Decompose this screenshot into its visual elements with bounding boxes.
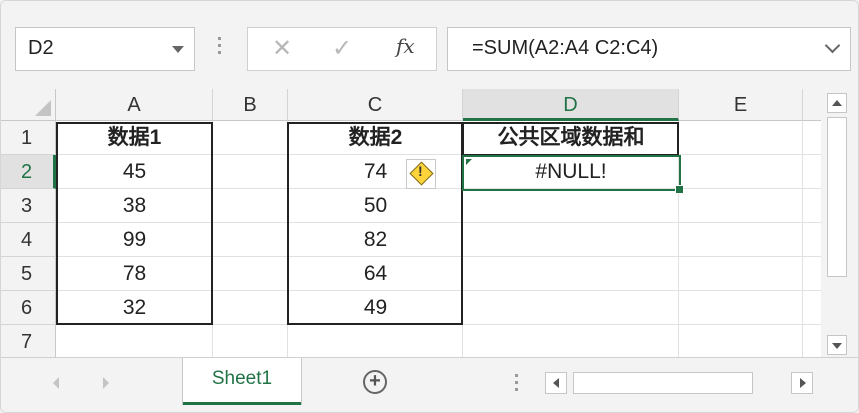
cell-c5[interactable]: 64 [288,257,463,291]
cancel-icon[interactable]: ✕ [272,34,292,63]
cell-c1[interactable]: 数据2 [288,121,463,155]
scroll-right-icon[interactable] [791,372,813,394]
cell-c2[interactable]: 74 [288,155,463,189]
row-header-7[interactable]: 7 [1,325,56,359]
formula-bar: D2 ✕ ✓ fx =SUM(A2:A4 C2:C4) [1,1,858,87]
column-header-a[interactable]: A [56,89,213,121]
horizontal-scroll-thumb[interactable] [573,372,753,394]
add-sheet-icon[interactable]: + [363,370,387,394]
cell-a4[interactable]: 99 [56,223,213,257]
row-header-3[interactable]: 3 [1,189,56,223]
row-header-2[interactable]: 2 [1,155,56,189]
cell-a6[interactable]: 32 [56,291,213,325]
column-header-d[interactable]: D [463,89,679,121]
vertical-scrollbar[interactable] [823,89,851,357]
column-header-e[interactable]: E [679,89,803,121]
select-all-button[interactable] [1,89,56,121]
enter-icon[interactable]: ✓ [332,34,352,63]
cell-a5[interactable]: 78 [56,257,213,291]
row-header-4[interactable]: 4 [1,223,56,257]
cell-a1[interactable]: 数据1 [56,121,213,155]
active-cell-border [462,155,684,194]
next-sheet-icon[interactable] [103,377,109,389]
name-box-dropdown-icon[interactable] [172,46,184,53]
row-header-1[interactable]: 1 [1,121,56,155]
column-header-f[interactable] [803,89,821,121]
error-warning-icon[interactable]: ! [406,159,436,189]
cell-d1[interactable]: 公共区域数据和 [463,121,679,155]
scroll-down-icon[interactable] [827,335,847,355]
column-header-c[interactable]: C [288,89,463,121]
scroll-up-icon[interactable] [827,93,847,113]
prev-sheet-icon[interactable] [53,377,59,389]
formula-bar-splitter[interactable] [218,37,222,59]
formula-text: =SUM(A2:A4 C2:C4) [472,37,659,59]
row-header-5[interactable]: 5 [1,257,56,291]
formula-input[interactable]: =SUM(A2:A4 C2:C4) [447,27,851,71]
scroll-left-icon[interactable] [545,372,567,394]
worksheet-grid[interactable]: A B C D E 1 2 3 4 5 6 7 数据1 45 38 99 78 … [1,89,821,359]
cell-a2[interactable]: 45 [56,155,213,189]
sheet-tab-bar: Sheet1 + [1,357,858,412]
cell-a3[interactable]: 38 [56,189,213,223]
column-header-b[interactable]: B [213,89,288,121]
excel-window: D2 ✕ ✓ fx =SUM(A2:A4 C2:C4) A B C D E 1 … [0,0,859,413]
cell-c4[interactable]: 82 [288,223,463,257]
fx-icon[interactable]: fx [396,34,415,58]
tab-splitter[interactable] [515,374,518,395]
sheet-tab-sheet1[interactable]: Sheet1 [183,358,301,405]
error-indicator-triangle [466,159,472,165]
row-header-6[interactable]: 6 [1,291,56,325]
fill-handle[interactable] [675,185,684,194]
horizontal-scrollbar[interactable] [545,372,815,396]
formula-buttons: ✕ ✓ fx [247,27,437,71]
formula-expand-icon[interactable] [824,37,841,54]
cell-c3[interactable]: 50 [288,189,463,223]
name-box-value: D2 [28,37,54,59]
cell-c6[interactable]: 49 [288,291,463,325]
sheet-tab-label: Sheet1 [211,368,273,389]
name-box[interactable]: D2 [15,27,195,71]
vertical-scroll-thumb[interactable] [827,117,847,277]
